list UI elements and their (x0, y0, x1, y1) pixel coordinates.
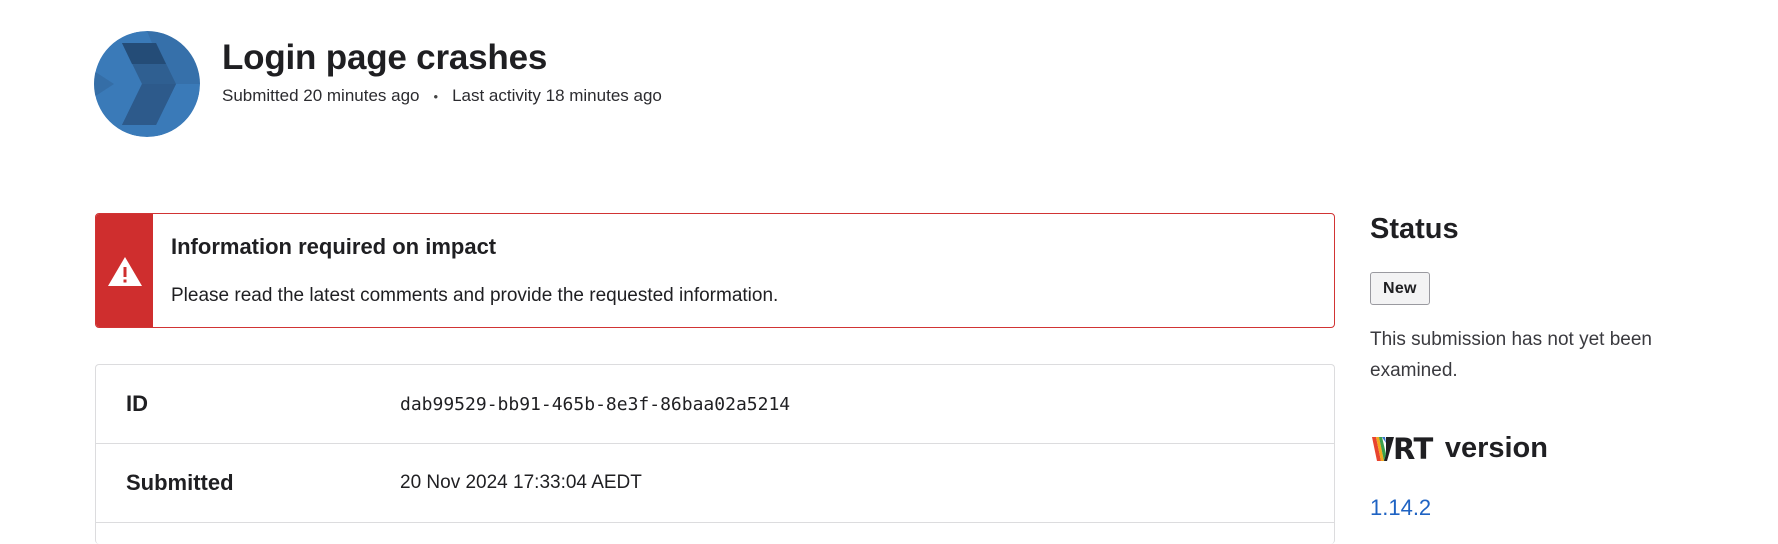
vrt-logo-text: RT (1393, 431, 1433, 466)
page-title: Login page crashes (222, 38, 548, 77)
details-row-submitted: Submitted 20 Nov 2024 17:33:04 AEDT (96, 444, 1334, 523)
alert-message: Please read the latest comments and prov… (171, 285, 779, 306)
vrt-version-heading: RT version (1372, 431, 1548, 466)
alert-title: Information required on impact (171, 234, 497, 259)
submission-meta: Submitted 20 minutes ago • Last activity… (222, 86, 662, 106)
vrt-logo: RT (1372, 431, 1433, 466)
details-row-id: ID dab99529-bb91-465b-8e3f-86baa02a5214 (96, 365, 1334, 444)
details-label: Submitted (126, 470, 234, 495)
vrt-version-link[interactable]: 1.14.2 (1370, 495, 1431, 521)
submitted-date-value: 20 Nov 2024 17:33:04 AEDT (400, 472, 642, 493)
warning-triangle-icon (107, 256, 142, 286)
submission-details-table: ID dab99529-bb91-465b-8e3f-86baa02a5214 … (95, 364, 1335, 544)
impact-info-alert: Information required on impact Please re… (95, 213, 1335, 328)
program-logo-icon (94, 31, 200, 137)
status-description: This submission has not yet been examine… (1370, 329, 1652, 381)
program-avatar (94, 31, 200, 137)
alert-sidebar (96, 214, 153, 327)
status-badge: New (1370, 272, 1430, 305)
meta-separator: • (433, 88, 439, 104)
last-activity-time: Last activity 18 minutes ago (452, 86, 662, 105)
vrt-v-logo-icon (1372, 436, 1394, 461)
vrt-heading-label: version (1444, 432, 1548, 464)
submission-id-value: dab99529-bb91-465b-8e3f-86baa02a5214 (400, 393, 791, 415)
submitted-time: Submitted 20 minutes ago (222, 86, 420, 105)
status-heading: Status (1370, 213, 1459, 245)
details-label: ID (126, 391, 148, 416)
